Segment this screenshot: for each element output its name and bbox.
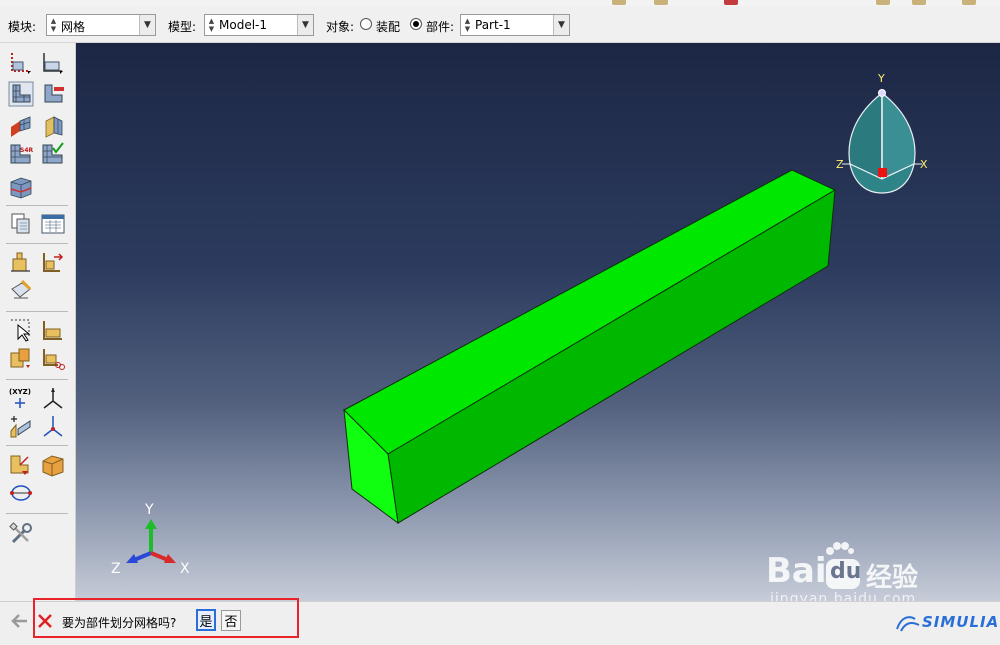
part-top-face (343, 169, 837, 455)
datum-plane-icon[interactable] (8, 413, 34, 439)
chevron-down-icon[interactable]: ▼ (553, 15, 569, 35)
baidu-watermark: Bai du 经验 jingyan.baidu.com (766, 541, 996, 607)
cut-parts-icon[interactable] (40, 345, 66, 371)
merge-parts-icon[interactable] (8, 345, 34, 371)
spin-icon: ▲ ▼ (50, 17, 57, 33)
virtual-topology-icon[interactable] (8, 479, 34, 505)
part-3d-bar[interactable] (343, 169, 837, 525)
toolbar-icon[interactable] (876, 0, 890, 5)
watermark-suffix: 经验 (866, 563, 919, 593)
partition-face-icon[interactable] (8, 451, 34, 477)
part-combo[interactable]: ▲ ▼ Part-1 ▼ (460, 14, 570, 36)
tools-icon[interactable] (8, 521, 34, 547)
part-value: Part-1 (475, 18, 511, 32)
mesh-edit-tool-icon[interactable] (8, 277, 34, 303)
chevron-down-icon[interactable]: ▼ (297, 15, 313, 35)
spin-icon: ▲ ▼ (208, 17, 215, 33)
datum-csys-icon[interactable] (40, 413, 66, 439)
svg-text:S4R: S4R (20, 147, 33, 154)
chevron-down-icon[interactable]: ▼ (139, 15, 155, 35)
offset-mesh-icon[interactable] (40, 249, 66, 275)
paw-icon (826, 542, 854, 555)
graphics-viewport[interactable]: Y Z X Y Z X Bai du 经验 jingyan.baidu.com (76, 43, 1000, 607)
view-cube-z-label: Z (836, 158, 844, 171)
toolbar-icon[interactable] (724, 0, 738, 5)
spin-icon: ▲ ▼ (464, 17, 471, 33)
toolbar-icon[interactable] (912, 0, 926, 5)
previous-arrow-icon[interactable] (11, 612, 29, 630)
toolbox-separator (6, 205, 68, 206)
toolbox-separator (6, 513, 68, 514)
view-cube-x-label: X (920, 158, 928, 171)
element-type-icon[interactable]: S4R (8, 141, 34, 167)
seed-part-icon[interactable] (8, 49, 34, 75)
triad-y-label: Y (144, 502, 154, 518)
part-option-label: 部件: (426, 20, 455, 34)
model-value: Model-1 (219, 18, 267, 32)
assembly-option-label: 装配 (376, 20, 401, 34)
part-radio[interactable] (410, 18, 422, 30)
create-mesh-part-icon[interactable] (8, 211, 34, 237)
toolbar-icon[interactable] (654, 0, 668, 5)
assembly-radio[interactable] (360, 18, 372, 30)
mesh-toolbox: S4R (XYZ) (0, 43, 76, 601)
model-label: 模型: (168, 20, 197, 34)
toolbox-separator (6, 445, 68, 446)
triad-x-label: X (180, 561, 190, 577)
view-cube-origin (878, 168, 887, 177)
viewport-canvas: Y Z X Y Z X (111, 72, 928, 577)
module-label: 模块: (8, 20, 37, 34)
mesh-part-icon[interactable] (8, 81, 34, 107)
delete-mesh-icon[interactable] (40, 81, 66, 107)
module-combo[interactable]: ▲ ▼ 网格 ▼ (46, 14, 156, 36)
create-surface-icon[interactable] (40, 317, 66, 343)
toolbar-icon[interactable] (612, 0, 626, 5)
datum-axis-icon[interactable] (40, 385, 66, 411)
toolbox-separator (6, 379, 68, 380)
simulia-logo-icon (896, 616, 920, 632)
object-label: 对象: (326, 20, 355, 34)
seed-edge-icon[interactable] (40, 49, 66, 75)
axis-triad (126, 519, 176, 563)
toolbar-icon[interactable] (962, 0, 976, 5)
datum-point-icon[interactable]: (XYZ) (8, 385, 34, 411)
toolbox-separator (6, 311, 68, 312)
view-cube-top-node (878, 89, 886, 97)
prompt-highlight-box (33, 598, 299, 638)
view-cube-y-label: Y (877, 72, 885, 85)
context-bar: 模块: ▲ ▼ 网格 ▼ 模型: ▲ ▼ Model-1 ▼ 对象: 装配 部件: … (0, 6, 1000, 43)
verify-mesh-icon[interactable] (40, 141, 66, 167)
query-mesh-icon[interactable] (40, 211, 66, 237)
model-combo[interactable]: ▲ ▼ Model-1 ▼ (204, 14, 314, 36)
create-set-pick-icon[interactable] (8, 317, 34, 343)
assign-element-type-icon[interactable] (8, 113, 34, 139)
simulia-brand: SIMULIA (922, 613, 1000, 631)
triad-z-label: Z (111, 561, 121, 577)
partition-cell-icon[interactable] (8, 173, 34, 199)
svg-text:(XYZ): (XYZ) (9, 388, 31, 396)
watermark-bai: Bai (766, 551, 827, 591)
assign-mesh-controls-icon[interactable] (40, 113, 66, 139)
edit-mesh-icon[interactable] (8, 249, 34, 275)
partition-cell-extend-icon[interactable] (40, 451, 66, 477)
watermark-du: du (830, 559, 862, 584)
module-value: 网格 (61, 20, 86, 34)
toolbox-separator (6, 243, 68, 244)
view-cube[interactable] (842, 89, 922, 194)
